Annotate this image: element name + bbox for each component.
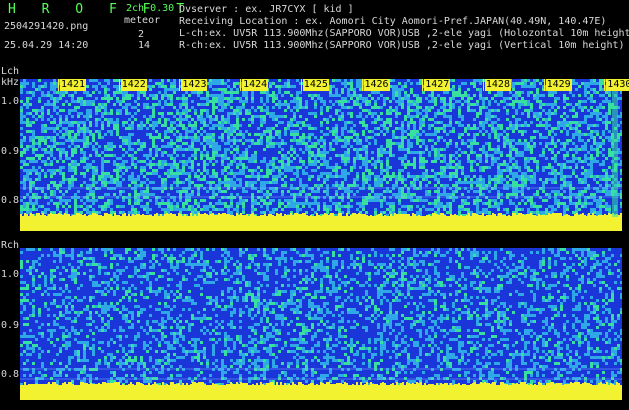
lch-spectrogram-canvas	[20, 79, 622, 231]
lch-ytick-0-8: 0.8	[1, 195, 20, 206]
rch-label: Rch	[1, 240, 20, 251]
rch-ytick-0-8: 0.8	[1, 369, 20, 380]
unit-label: kHz	[1, 77, 20, 88]
meteor-count-b: 14	[138, 40, 151, 51]
time-tick-1429: 1429	[543, 79, 572, 91]
lch-ytick-1-0: 1.0	[1, 96, 20, 107]
time-tick-1425: 1425	[300, 79, 329, 91]
date-time: 25.04.29 14:20	[4, 40, 89, 51]
time-tick-1426: 1426	[361, 79, 390, 91]
observer-info: Ovserver : ex. JR7CYX [ kid ]	[179, 4, 354, 15]
time-tick-1428: 1428	[482, 79, 511, 91]
mode-label: 2ch 0.30	[126, 3, 175, 14]
lch-receiver-info: L-ch:ex. UV5R 113.900Mhz(SAPPORO VOR)USB…	[179, 28, 629, 39]
file-name: 2504291420.png	[4, 21, 89, 32]
time-tick-1422: 1422	[118, 79, 147, 91]
rch-spectrogram	[20, 248, 622, 400]
lch-spectrogram	[20, 79, 622, 231]
rch-ytick-0-9: 0.9	[1, 320, 20, 331]
location-info: Receiving Location : ex. Aomori City Aom…	[179, 16, 607, 27]
meteor-label: meteor	[124, 15, 161, 26]
time-tick-1424: 1424	[240, 79, 269, 91]
rch-receiver-info: R-ch:ex. UV5R 113.900Mhz(SAPPORO VOR)USB…	[179, 40, 625, 51]
time-tick-1427: 1427	[422, 79, 451, 91]
lch-ytick-0-9: 0.9	[1, 146, 20, 157]
rch-spectrogram-canvas	[20, 248, 622, 400]
time-tick-1430: 1430	[604, 79, 629, 91]
rch-ytick-1-0: 1.0	[1, 269, 20, 280]
meteor-count-a: 2	[138, 29, 145, 40]
time-tick-1423: 1423	[179, 79, 208, 91]
lch-label: Lch	[1, 66, 20, 77]
time-tick-1421: 1421	[57, 79, 87, 91]
